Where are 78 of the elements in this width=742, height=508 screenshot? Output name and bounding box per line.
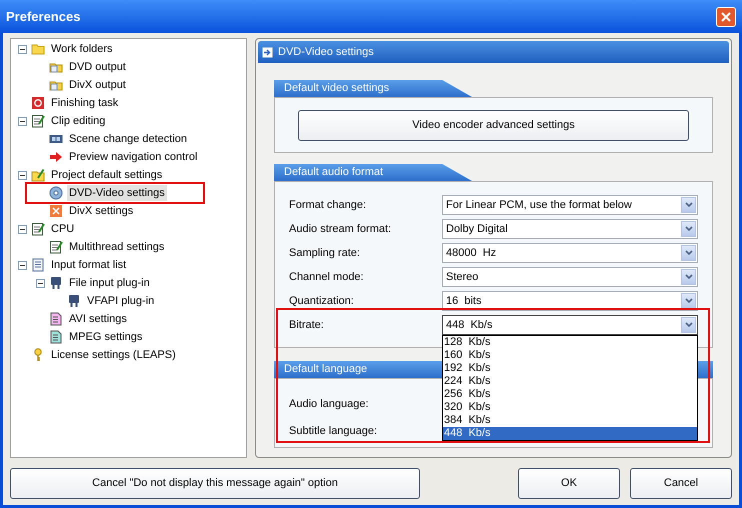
dropdown[interactable]: Dolby Digital [442,219,698,239]
tree-item[interactable]: DVD-Video settings [67,184,167,202]
notepad-icon [31,114,45,128]
tree-item[interactable]: DivX output [67,76,128,94]
collapse-toggle[interactable] [18,260,26,270]
disc-icon [49,186,63,200]
field-label: Audio language: [289,397,369,412]
plug-icon [67,294,81,308]
chevron-icon [681,245,696,261]
collapse-toggle[interactable] [18,170,26,180]
section-header: Default video settings [274,80,472,97]
dropdown[interactable]: 448 Kb/s [442,315,698,335]
tree-item[interactable]: Work folders [49,40,115,58]
dropdown[interactable]: 16 bits [442,291,698,311]
dropdown-option[interactable]: 128 Kb/s [443,336,697,349]
chevron-icon [681,221,696,237]
folder-icon [31,42,45,56]
tree-item[interactable]: Clip editing [49,112,108,130]
tree-item[interactable]: Preview navigation control [67,148,200,166]
plug-icon [49,276,63,290]
document-icon [49,330,63,344]
field-label: Audio stream format: [289,222,392,237]
tree-item[interactable]: Multithread settings [67,238,166,256]
document-icon [31,258,45,272]
field-label: Quantization: [289,294,355,309]
dropdown[interactable]: For Linear PCM, use the format below [442,195,698,215]
tree-item[interactable]: DVD output [67,58,128,76]
dropdown-option[interactable]: 320 Kb/s [443,401,697,414]
notepad-icon [31,222,45,236]
tree-item[interactable]: DivX settings [67,202,136,220]
tree-item[interactable]: CPU [49,220,76,238]
notepad-icon [49,240,63,254]
tree-item[interactable]: Project default settings [49,166,164,184]
x-box-icon [49,204,63,218]
film-icon [49,132,63,146]
chevron-icon [681,197,696,213]
dropdown-option[interactable]: 160 Kb/s [443,349,697,362]
collapse-toggle[interactable] [18,44,26,54]
field-label: Sampling rate: [289,246,361,261]
tree-item[interactable]: License settings (LEAPS) [49,346,178,364]
window-title: Preferences [6,8,82,26]
collapse-toggle[interactable] [18,224,26,234]
ok-button[interactable]: OK [518,468,620,499]
chevron-icon [681,293,696,309]
collapse-toggle[interactable] [36,278,44,288]
document-icon [49,312,63,326]
panel-title: DVD-Video settings [278,44,374,60]
cancel-button[interactable]: Cancel [630,468,732,499]
dropdown[interactable]: 48000 Hz [442,243,698,263]
video-encoder-settings-button[interactable]: Video encoder advanced settings [298,110,689,140]
field-label: Channel mode: [289,270,365,285]
tree-item[interactable]: File input plug-in [67,274,152,292]
stop-icon [31,96,45,110]
dropdown-option[interactable]: 256 Kb/s [443,388,697,401]
close-icon [721,12,731,22]
tree-item[interactable]: AVI settings [67,310,129,328]
tree-item[interactable]: MPEG settings [67,328,144,346]
tree-item[interactable]: Finishing task [49,94,120,112]
arrow-icon [49,150,63,164]
chevron-icon [681,269,696,285]
arrow-icon [262,46,273,58]
close-button[interactable] [716,6,736,26]
dropdown-option[interactable]: 448 Kb/s [443,427,697,440]
chevron-icon [681,317,696,333]
tree-item[interactable]: VFAPI plug-in [85,292,156,310]
tree-item[interactable]: Scene change detection [67,130,190,148]
section-header: Default audio format [274,164,472,181]
field-label: Format change: [289,198,368,213]
tree-item[interactable]: Input format list [49,256,128,274]
collapse-toggle[interactable] [18,116,26,126]
dropdown[interactable]: Stereo [442,267,698,287]
dropdown-option[interactable]: 224 Kb/s [443,375,697,388]
dropdown-option[interactable]: 384 Kb/s [443,414,697,427]
field-label: Subtitle language: [289,424,378,438]
folder-icon [31,168,45,182]
reset-message-option-button[interactable]: Cancel "Do not display this message again" option [10,468,420,499]
dropdown-option[interactable]: 192 Kb/s [443,362,697,375]
field-label: Bitrate: [289,318,325,333]
